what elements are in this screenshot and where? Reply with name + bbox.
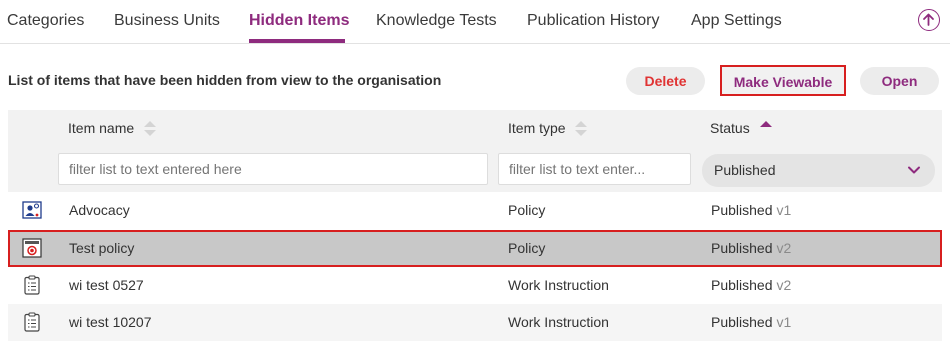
column-header-item-name[interactable]: Item name <box>68 120 157 137</box>
status-text: Published <box>711 202 773 218</box>
item-name: wi test 0527 <box>69 277 144 293</box>
tab-business-units[interactable]: Business Units <box>114 12 220 30</box>
item-type: Policy <box>508 240 546 256</box>
table-row-selected[interactable]: Test policy Policy Published v2 <box>8 230 942 267</box>
item-name: Advocacy <box>69 202 130 218</box>
upload-button[interactable] <box>918 9 940 31</box>
item-name-filter-input[interactable] <box>58 153 488 185</box>
active-tab-indicator <box>249 39 345 43</box>
policy-stamp-icon <box>22 238 42 258</box>
tab-app-settings[interactable]: App Settings <box>691 12 782 30</box>
version-label: v1 <box>776 202 792 218</box>
column-header-item-type[interactable]: Item type <box>508 120 588 137</box>
tab-publication-history[interactable]: Publication History <box>527 12 660 30</box>
item-type: Work Instruction <box>508 277 609 293</box>
tab-hidden-items[interactable]: Hidden Items <box>249 12 349 30</box>
column-label: Status <box>710 120 750 136</box>
table-row[interactable]: Advocacy Policy Published v1 <box>8 192 942 229</box>
version-label: v2 <box>776 240 792 256</box>
clipboard-checklist-icon <box>24 275 40 295</box>
make-viewable-button[interactable]: Make Viewable <box>720 65 846 96</box>
item-status: Published v2 <box>711 240 791 256</box>
column-label: Item name <box>68 120 135 136</box>
version-label: v2 <box>776 277 792 293</box>
list-description: List of items that have been hidden from… <box>8 72 442 88</box>
top-tab-bar: Categories Business Units Hidden Items K… <box>0 0 950 44</box>
table-row[interactable]: wi test 10207 Work Instruction Published… <box>8 304 942 341</box>
item-name: wi test 10207 <box>69 314 152 330</box>
status-text: Published <box>711 277 773 293</box>
policy-person-icon <box>22 201 42 219</box>
column-header-status[interactable]: Status <box>710 120 772 137</box>
sort-icon[interactable] <box>575 121 588 137</box>
tab-knowledge-tests[interactable]: Knowledge Tests <box>376 12 497 30</box>
version-label: v1 <box>776 314 792 330</box>
sort-ascending-icon[interactable] <box>759 121 772 137</box>
clipboard-checklist-icon <box>24 312 40 332</box>
status-text: Published <box>711 240 773 256</box>
sort-icon[interactable] <box>144 121 157 137</box>
item-type: Work Instruction <box>508 314 609 330</box>
item-status: Published v2 <box>711 277 791 293</box>
item-type: Policy <box>508 202 546 218</box>
upload-arrow-icon <box>923 13 934 26</box>
item-type-filter-input[interactable] <box>498 153 691 185</box>
status-text: Published <box>711 314 773 330</box>
tab-categories[interactable]: Categories <box>7 12 84 30</box>
status-filter-value: Published <box>714 162 776 178</box>
item-status: Published v1 <box>711 314 791 330</box>
table-row[interactable]: wi test 0527 Work Instruction Published v… <box>8 267 942 304</box>
item-status: Published v1 <box>711 202 791 218</box>
column-label: Item type <box>508 120 566 136</box>
open-button[interactable]: Open <box>860 67 939 95</box>
item-name: Test policy <box>69 240 135 256</box>
chevron-down-icon <box>908 166 920 174</box>
status-filter-select[interactable]: Published <box>702 154 935 187</box>
delete-button[interactable]: Delete <box>626 67 705 95</box>
